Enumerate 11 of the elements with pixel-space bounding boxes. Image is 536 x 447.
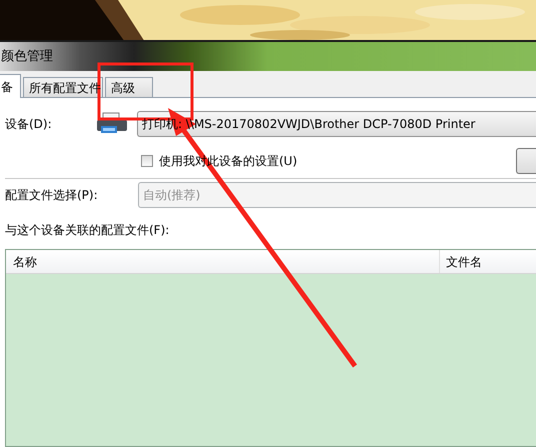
device-label: 设备(D):: [4, 116, 53, 133]
checkbox[interactable]: [141, 155, 153, 167]
tab[interactable]: 备: [0, 74, 21, 98]
tab[interactable]: 高级: [105, 77, 153, 97]
column-header[interactable]: 名称: [6, 250, 440, 273]
profile-list[interactable]: 名称 文件名: [5, 249, 536, 447]
profile-selection-label: 配置文件选择(P):: [4, 187, 99, 204]
associated-profiles-label: 与这个设备关联的配置文件(F):: [4, 222, 170, 239]
button[interactable]: [516, 148, 536, 174]
window-title: 颜色管理: [0, 48, 53, 66]
column-header[interactable]: 文件名: [440, 250, 536, 273]
